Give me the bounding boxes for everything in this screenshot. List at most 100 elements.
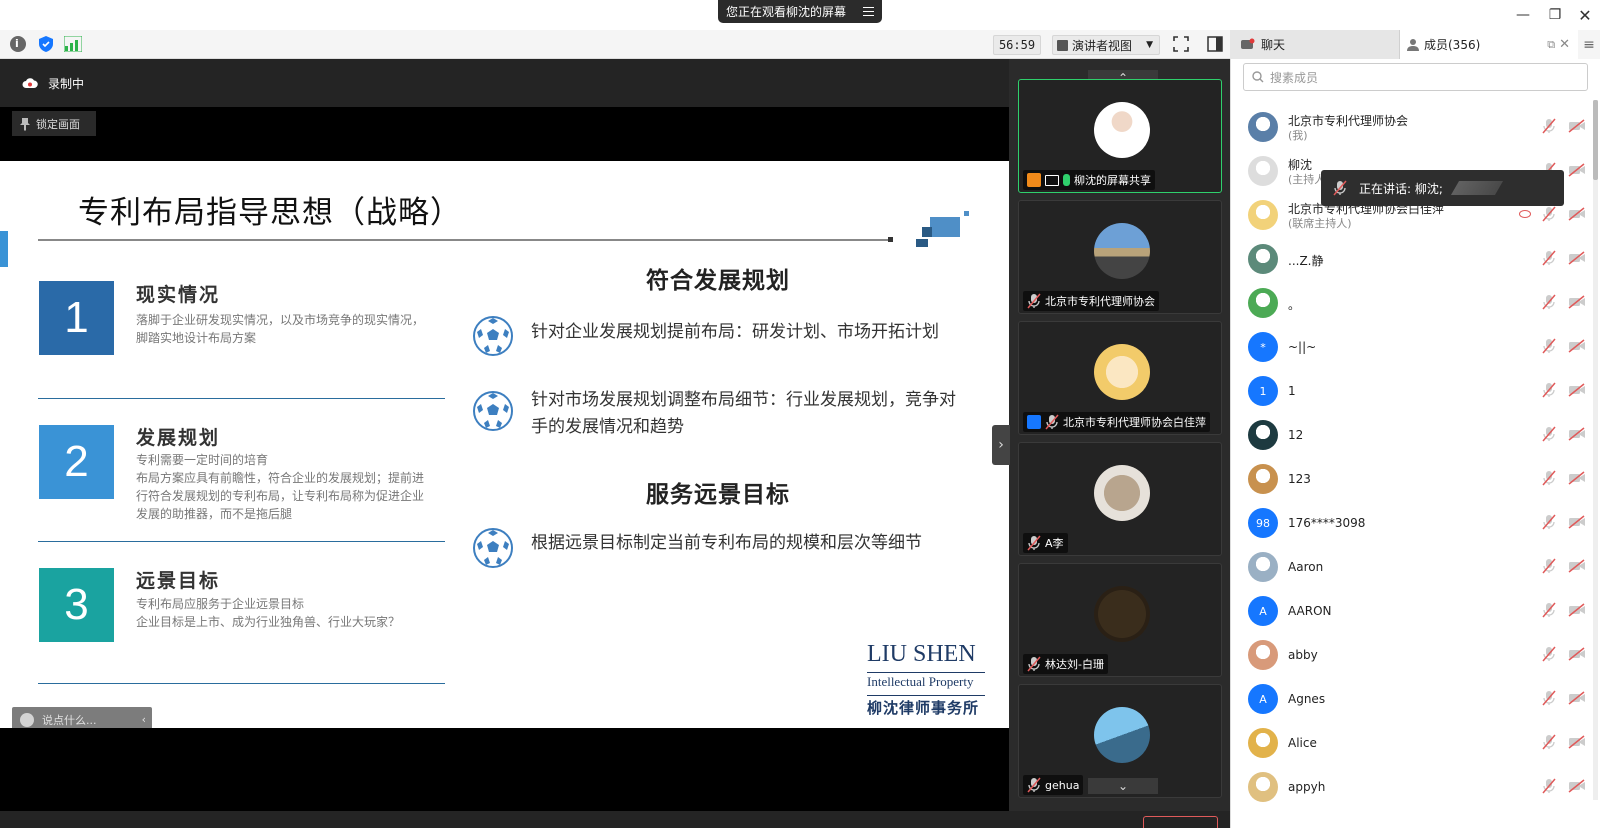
stage-bottom [0, 728, 1009, 811]
member-row[interactable]: A AARON [1230, 589, 1600, 633]
member-row[interactable]: 12 [1230, 413, 1600, 457]
member-mic-muted-icon[interactable] [1542, 250, 1556, 266]
member-name: ~||~ [1288, 340, 1317, 354]
scroll-down-icon[interactable]: ⌄ [1088, 778, 1158, 794]
member-row[interactable]: appyh [1230, 765, 1600, 809]
member-mic-muted-icon[interactable] [1542, 338, 1556, 354]
view-mode-select[interactable]: 演讲者视图 ▼ [1052, 35, 1160, 55]
member-camera-off-icon[interactable] [1568, 339, 1586, 353]
member-row[interactable]: ...Z.静 [1230, 237, 1600, 281]
member-camera-off-icon[interactable] [1568, 119, 1586, 133]
member-camera-off-icon[interactable] [1568, 691, 1586, 705]
member-avatar [1248, 420, 1278, 450]
rule-dot [888, 237, 893, 242]
member-row[interactable]: * ~||~ [1230, 325, 1600, 369]
pin-icon [20, 117, 30, 131]
video-tile[interactable]: 柳沈的屏幕共享 [1018, 79, 1222, 193]
member-camera-off-icon[interactable] [1568, 647, 1586, 661]
chevron-left-icon[interactable]: ‹ [142, 713, 146, 726]
shield-icon[interactable] [37, 35, 55, 53]
tab-members[interactable]: 成员(356) ⧉ ✕ [1400, 30, 1578, 59]
member-row[interactable]: 。 [1230, 281, 1600, 325]
member-name: 12 [1288, 428, 1304, 442]
member-mic-muted-icon[interactable] [1542, 470, 1556, 486]
restore-button[interactable]: ❐ [1542, 4, 1568, 26]
chat-input-placeholder: 说点什么... [42, 713, 97, 727]
search-icon [1252, 71, 1264, 83]
member-row[interactable]: Alice [1230, 721, 1600, 765]
member-mic-muted-icon[interactable] [1542, 690, 1556, 706]
member-camera-off-icon[interactable] [1568, 559, 1586, 573]
member-search-input[interactable]: 搜素成员 [1243, 63, 1588, 91]
minimize-button[interactable]: — [1510, 4, 1536, 26]
close-tab-icon[interactable]: ✕ [1559, 37, 1570, 52]
member-mic-muted-icon[interactable] [1542, 602, 1556, 618]
tile-name: 柳沈的屏幕共享 [1074, 174, 1151, 187]
cloud-record-icon [22, 78, 38, 88]
member-mic-muted-icon[interactable] [1542, 382, 1556, 398]
tile-label: 北京市专利代理师协会 [1023, 291, 1159, 311]
member-camera-off-icon[interactable] [1568, 251, 1586, 265]
member-mic-muted-icon[interactable] [1542, 734, 1556, 750]
member-camera-off-icon[interactable] [1568, 295, 1586, 309]
member-mic-muted-icon[interactable] [1542, 294, 1556, 310]
member-row[interactable]: 98 176****3098 [1230, 501, 1600, 545]
mic-muted-icon[interactable] [1027, 535, 1041, 551]
avatar-initial: 1 [1259, 384, 1267, 398]
member-row[interactable]: Aaron [1230, 545, 1600, 589]
menu-icon[interactable] [863, 7, 874, 16]
members-scrollbar-thumb[interactable] [1593, 100, 1598, 180]
mic-muted-icon[interactable] [1027, 656, 1041, 672]
tab-chat[interactable]: 聊天 [1230, 30, 1400, 59]
bottom-control-bar [0, 811, 1230, 828]
tab-members-label: 成员(356) [1424, 38, 1481, 52]
member-camera-off-icon[interactable] [1568, 471, 1586, 485]
member-mic-muted-icon[interactable] [1542, 558, 1556, 574]
member-avatar [1248, 772, 1278, 802]
member-mic-muted-icon[interactable] [1542, 206, 1556, 222]
member-mic-muted-icon[interactable] [1542, 118, 1556, 134]
collapse-strip-button[interactable]: › [992, 425, 1010, 465]
members-scrollbar[interactable] [1593, 100, 1598, 800]
member-camera-off-icon[interactable] [1568, 515, 1586, 529]
member-avatar [1248, 244, 1278, 274]
mic-muted-icon[interactable] [1027, 777, 1041, 793]
member-camera-off-icon[interactable] [1568, 163, 1586, 177]
video-tile[interactable]: A李 [1018, 442, 1222, 556]
section-divider [38, 541, 445, 542]
share-banner[interactable]: 您正在观看柳沈的屏幕 [718, 0, 882, 23]
video-tile[interactable]: 北京市专利代理师协会 [1018, 200, 1222, 314]
member-mic-muted-icon[interactable] [1542, 646, 1556, 662]
video-tile[interactable]: 林达刘-白珊 [1018, 563, 1222, 677]
video-tile[interactable]: 北京市专利代理师协会白佳萍 [1018, 321, 1222, 435]
lock-screen-button[interactable]: 锁定画面 [12, 111, 96, 136]
member-camera-off-icon[interactable] [1568, 427, 1586, 441]
signal-icon[interactable] [64, 36, 82, 52]
member-camera-off-icon[interactable] [1568, 603, 1586, 617]
member-camera-off-icon[interactable] [1568, 207, 1586, 221]
member-row[interactable]: abby [1230, 633, 1600, 677]
panel-menu-icon[interactable]: ≡ [1578, 30, 1600, 59]
member-mic-muted-icon[interactable] [1542, 426, 1556, 442]
member-camera-off-icon[interactable] [1568, 383, 1586, 397]
member-mic-muted-icon[interactable] [1542, 514, 1556, 530]
member-avatar: 1 [1248, 376, 1278, 406]
member-camera-off-icon[interactable] [1568, 779, 1586, 793]
fullscreen-icon[interactable] [1173, 36, 1189, 52]
sidebar-toggle-icon[interactable] [1207, 36, 1223, 52]
leave-meeting-button[interactable] [1143, 816, 1218, 828]
member-row[interactable]: A Agnes [1230, 677, 1600, 721]
popout-icon[interactable]: ⧉ [1547, 38, 1555, 52]
close-button[interactable]: ✕ [1572, 4, 1598, 26]
member-camera-off-icon[interactable] [1568, 735, 1586, 749]
mic-muted-icon[interactable] [1027, 293, 1041, 309]
member-row[interactable]: 北京市专利代理师协会 (我) [1230, 105, 1600, 149]
avatar-initial: A [1259, 604, 1267, 618]
member-row[interactable]: 11 [1230, 369, 1600, 413]
member-avatar [1248, 728, 1278, 758]
tile-label: 北京市专利代理师协会白佳萍 [1023, 412, 1210, 432]
member-mic-muted-icon[interactable] [1542, 778, 1556, 794]
emoji-icon[interactable] [20, 712, 34, 727]
member-row[interactable]: 123 [1230, 457, 1600, 501]
mic-muted-icon[interactable] [1045, 414, 1059, 430]
